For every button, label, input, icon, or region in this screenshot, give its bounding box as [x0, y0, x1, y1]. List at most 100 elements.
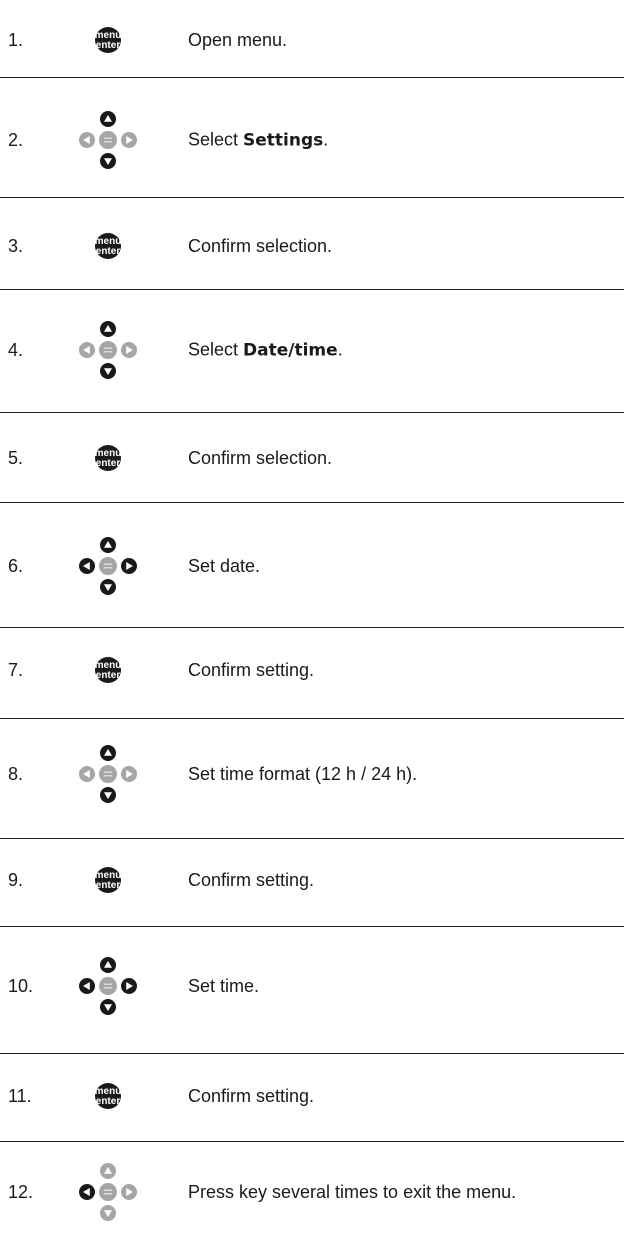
enter-label: enter: [96, 40, 121, 51]
menu-enter-icon: menu enter: [77, 849, 139, 911]
arrow-up-icon: [100, 745, 116, 761]
menu-enter-icon: menu enter: [77, 639, 139, 701]
arrow-left-icon: [79, 1184, 95, 1200]
step-number: 4.: [8, 340, 24, 360]
navigation-pad-icon: [77, 743, 139, 805]
instruction-text: Confirm selection.: [188, 236, 333, 256]
arrow-down-icon: [100, 787, 116, 803]
navigation-pad-icon: [77, 535, 139, 597]
arrow-down-icon: [100, 1205, 116, 1221]
menu-item-name: Date/time: [243, 340, 338, 361]
instruction-text: Confirm setting.: [188, 1086, 315, 1106]
arrow-right-icon: [121, 558, 137, 574]
menu-enter-button-icon: menuenter: [95, 867, 121, 893]
arrow-right-icon: [121, 132, 137, 148]
step-instruction: Confirm setting.: [188, 870, 314, 890]
menu-enter-button-icon: menuenter: [95, 657, 121, 683]
menu-enter-center-icon: [99, 557, 117, 575]
arrow-up-icon: [100, 321, 116, 337]
enter-label: enter: [96, 670, 121, 681]
menu-enter-icon: menu enter: [77, 215, 139, 277]
step-divider: [0, 412, 624, 413]
arrow-up-icon: [100, 957, 116, 973]
navigation-pad-icon: [77, 1161, 139, 1223]
menu-enter-icon: menu enter: [77, 427, 139, 489]
arrow-down-icon: [100, 153, 116, 169]
instruction-text: Set date.: [188, 556, 261, 576]
step-instruction: Select Settings.: [188, 130, 328, 151]
arrow-right-icon: [121, 766, 137, 782]
step-number: 12.: [8, 1182, 34, 1202]
instruction-text: Set time.: [188, 976, 260, 996]
step-divider: [0, 627, 624, 628]
step-number: 5.: [8, 448, 24, 468]
menu-item-name: Settings: [243, 130, 324, 151]
step-instruction: Press key several times to exit the menu…: [188, 1182, 516, 1202]
instruction-text: Select: [188, 339, 244, 360]
instruction-text: Press key several times to exit the menu…: [188, 1182, 517, 1202]
step-instruction: Confirm selection.: [188, 236, 332, 256]
step-instruction: Confirm setting.: [188, 1086, 314, 1106]
arrow-up-icon: [100, 111, 116, 127]
step-instruction: Open menu.: [188, 30, 287, 50]
enter-label: enter: [96, 458, 121, 469]
step-instruction: Select Date/time.: [188, 340, 343, 361]
arrow-right-icon: [121, 978, 137, 994]
step-number: 2.: [8, 130, 24, 150]
arrow-down-icon: [100, 579, 116, 595]
step-divider: [0, 838, 624, 839]
menu-enter-button-icon: menuenter: [95, 1083, 121, 1109]
step-instruction: Confirm setting.: [188, 660, 314, 680]
arrow-up-icon: [100, 537, 116, 553]
instruction-text: Confirm setting.: [188, 870, 315, 890]
menu-enter-icon: menu enter: [77, 1065, 139, 1127]
step-divider: [0, 926, 624, 927]
arrow-left-icon: [79, 132, 95, 148]
menu-enter-center-icon: [99, 131, 117, 149]
navigation-pad-icon: [77, 319, 139, 381]
step-number: 9.: [8, 870, 24, 890]
arrow-right-icon: [121, 342, 137, 358]
arrow-up-icon: [100, 1163, 116, 1179]
arrow-left-icon: [79, 978, 95, 994]
step-divider: [0, 718, 624, 719]
step-instruction: Set time.: [188, 976, 259, 996]
instruction-text: Set time format (12 h / 24 h).: [188, 764, 418, 784]
menu-enter-center-icon: [99, 1183, 117, 1201]
step-instruction: Set time format (12 h / 24 h).: [188, 764, 417, 784]
step-divider: [0, 77, 624, 78]
arrow-down-icon: [100, 363, 116, 379]
menu-enter-center-icon: [99, 765, 117, 783]
step-instruction: Confirm selection.: [188, 448, 332, 468]
instruction-text: Confirm setting.: [188, 660, 315, 680]
step-number: 10.: [8, 976, 34, 996]
arrow-left-icon: [79, 558, 95, 574]
menu-enter-icon: menu enter: [77, 9, 139, 71]
step-number: 7.: [8, 660, 24, 680]
instruction-text-end: .: [323, 129, 329, 150]
step-number: 3.: [8, 236, 24, 256]
navigation-pad-icon: [77, 109, 139, 171]
instruction-text-end: .: [337, 339, 343, 360]
menu-enter-center-icon: [99, 977, 117, 995]
step-divider: [0, 1053, 624, 1054]
arrow-left-icon: [79, 766, 95, 782]
instruction-text: Select: [188, 129, 244, 150]
step-divider: [0, 197, 624, 198]
step-divider: [0, 289, 624, 290]
navigation-pad-icon: [77, 955, 139, 1017]
enter-label: enter: [96, 880, 121, 891]
arrow-left-icon: [79, 342, 95, 358]
step-number: 6.: [8, 556, 24, 576]
step-number: 1.: [8, 30, 24, 50]
menu-enter-button-icon: menuenter: [95, 445, 121, 471]
arrow-right-icon: [121, 1184, 137, 1200]
enter-label: enter: [96, 246, 121, 257]
menu-enter-button-icon: menuenter: [95, 27, 121, 53]
step-number: 11.: [8, 1086, 32, 1106]
menu-enter-button-icon: menuenter: [95, 233, 121, 259]
instruction-text: Open menu.: [188, 30, 288, 50]
step-divider: [0, 502, 624, 503]
menu-enter-center-icon: [99, 341, 117, 359]
arrow-down-icon: [100, 999, 116, 1015]
